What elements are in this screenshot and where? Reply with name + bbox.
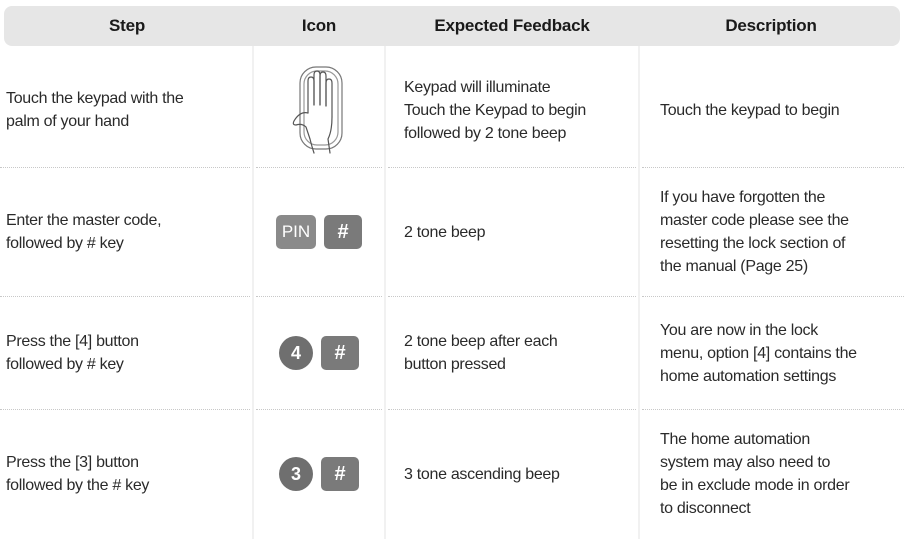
number-3-icon: 3 — [279, 457, 313, 491]
header-expected-feedback: Expected Feedback — [434, 16, 590, 35]
table-row-4-step: Press the [3] button followed by the # k… — [6, 454, 150, 494]
table-row-4-description: The home automation system may also need… — [660, 431, 850, 517]
instruction-table: Step Icon Expected Feedback Description … — [0, 0, 904, 539]
header-step: Step — [108, 16, 146, 35]
palm-touch-icon — [256, 58, 382, 162]
row-separator — [642, 296, 904, 297]
row-separator — [0, 409, 250, 410]
header-icon: Icon — [301, 16, 337, 35]
row-separator — [388, 167, 636, 168]
column-divider — [384, 46, 386, 539]
table-row-1-feedback: Keypad will illuminate Touch the Keypad … — [404, 78, 586, 142]
pin-hash-icons: PIN # — [256, 176, 382, 288]
table-row-3-step: Press the [4] button followed by # key — [6, 333, 139, 373]
table-row-1-description: Touch the keypad to begin — [660, 101, 840, 119]
palm-hand-icon — [292, 66, 343, 154]
three-hash-icons: 3 # — [256, 418, 382, 530]
row-separator — [256, 296, 382, 297]
row-separator — [642, 167, 904, 168]
row-separator — [0, 167, 250, 168]
pin-key-icon: PIN — [276, 215, 316, 249]
row-separator — [388, 409, 636, 410]
hash-key-icon: # — [321, 457, 359, 491]
row-separator — [0, 296, 250, 297]
number-4-icon: 4 — [279, 336, 313, 370]
hash-key-icon: # — [321, 336, 359, 370]
table-row-3-feedback: 2 tone beep after each button pressed — [404, 333, 558, 373]
table-row-4-feedback: 3 tone ascending beep — [404, 465, 560, 483]
column-divider — [638, 46, 640, 539]
row-separator — [388, 296, 636, 297]
row-separator — [642, 409, 904, 410]
row-separator — [256, 409, 382, 410]
table-row-2-step: Enter the master code, followed by # key — [6, 212, 162, 252]
four-hash-icons: 4 # — [256, 304, 382, 402]
table-row-3-description: You are now in the lock menu, option [4]… — [660, 321, 857, 385]
column-divider — [252, 46, 254, 539]
hash-key-icon: # — [324, 215, 362, 249]
table-row-2-feedback: 2 tone beep — [404, 223, 486, 241]
table-row-1-step: Touch the keypad with the palm of your h… — [6, 90, 184, 130]
header-description: Description — [725, 16, 817, 35]
table-row-2-description: If you have forgotten the master code pl… — [660, 189, 849, 275]
row-separator — [256, 167, 382, 168]
